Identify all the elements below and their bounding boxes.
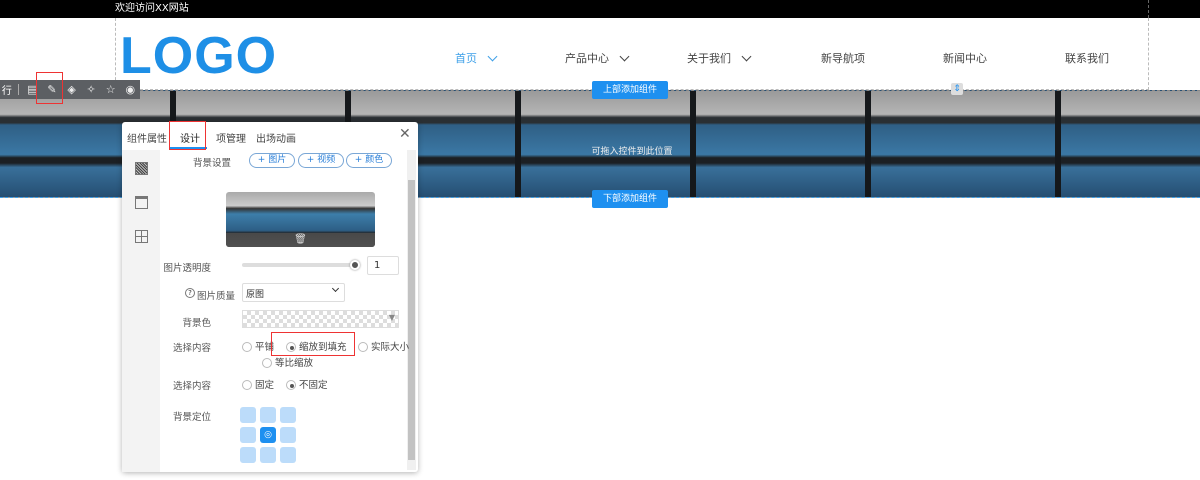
eye-icon[interactable]: ◉ bbox=[120, 83, 140, 96]
nav-label: 新导航项 bbox=[821, 52, 865, 65]
bg-settings-label: 背景设置 bbox=[192, 158, 231, 169]
position-top[interactable] bbox=[260, 407, 276, 423]
component-toolbar: 行 ▤ ✎ ◈ ✧ ☆ ◉ bbox=[0, 80, 140, 99]
star-icon[interactable]: ☆ bbox=[101, 83, 121, 96]
nav-item-home[interactable]: 首页 bbox=[455, 50, 498, 66]
opacity-label: 图片透明度 bbox=[163, 263, 211, 274]
option-label: 固定 bbox=[255, 380, 275, 391]
option-label: 不固定 bbox=[299, 380, 328, 391]
bgcolor-label: 背景色 bbox=[182, 318, 211, 329]
attach-scroll[interactable]: 不固定 bbox=[286, 377, 328, 391]
position-bottom-right[interactable] bbox=[280, 447, 296, 463]
nav-item-about[interactable]: 关于我们 bbox=[687, 50, 752, 66]
nav-label: 新闻中心 bbox=[943, 52, 987, 65]
bgcolor-picker[interactable]: ▼ bbox=[242, 310, 399, 328]
properties-panel: 组件属性 设计 项管理 出场动画 ✕ 背景设置 + 图片 + 视频 + 颜色 🗑… bbox=[122, 122, 418, 472]
nav-item-contact[interactable]: 联系我们 bbox=[1065, 50, 1109, 66]
attach-fixed[interactable]: 固定 bbox=[242, 377, 274, 391]
grid-icon[interactable] bbox=[135, 230, 148, 243]
bg-image-preview: 🗑 bbox=[226, 192, 375, 247]
fit-tile[interactable]: 平铺 bbox=[242, 339, 274, 353]
panel-sidebar bbox=[122, 150, 160, 472]
magic-icon[interactable]: ✧ bbox=[81, 83, 101, 96]
fit-actual[interactable]: 实际大小 bbox=[358, 339, 409, 353]
nav-item-products[interactable]: 产品中心 bbox=[565, 50, 630, 66]
welcome-text: 欢迎访问XX网站 bbox=[115, 3, 189, 14]
fit-label: 选择内容 bbox=[172, 343, 211, 354]
quality-value: 原图 bbox=[246, 290, 265, 300]
add-image-button[interactable]: + 图片 bbox=[249, 153, 295, 168]
nav-item-news[interactable]: 新闻中心 bbox=[943, 50, 987, 66]
attach-label: 选择内容 bbox=[172, 381, 211, 392]
nav-label: 关于我们 bbox=[687, 52, 731, 65]
tab-component-props[interactable]: 组件属性 bbox=[127, 130, 167, 145]
chevron-down-icon bbox=[487, 51, 498, 61]
nav-label: 首页 bbox=[455, 52, 477, 65]
position-center[interactable]: ◎ bbox=[260, 427, 276, 443]
tab-animation[interactable]: 出场动画 bbox=[256, 130, 296, 145]
position-bottom-left[interactable] bbox=[240, 447, 256, 463]
position-top-right[interactable] bbox=[280, 407, 296, 423]
close-icon[interactable]: ✕ bbox=[399, 126, 411, 142]
background-icon[interactable] bbox=[135, 162, 148, 175]
opacity-input[interactable]: 1 bbox=[367, 256, 399, 275]
add-video-button[interactable]: + 视频 bbox=[298, 153, 344, 168]
position-grid: ◎ bbox=[240, 407, 298, 465]
row-label: 行 bbox=[1, 86, 12, 97]
chevron-down-icon bbox=[741, 51, 752, 61]
add-color-button[interactable]: + 颜色 bbox=[346, 153, 392, 168]
logo: LOGO bbox=[120, 27, 278, 85]
option-label: 实际大小 bbox=[371, 342, 410, 353]
opacity-slider[interactable] bbox=[242, 260, 360, 270]
top-bar: 欢迎访问XX网站 bbox=[0, 0, 1200, 18]
highlight-box bbox=[169, 121, 206, 150]
position-bottom[interactable] bbox=[260, 447, 276, 463]
quality-label: 图片质量 bbox=[196, 291, 235, 302]
layout-icon[interactable] bbox=[135, 196, 148, 209]
chevron-down-icon bbox=[619, 51, 630, 61]
layers-icon[interactable]: ◈ bbox=[62, 83, 82, 96]
nav-item-new[interactable]: 新导航项 bbox=[821, 50, 865, 66]
position-label: 背景定位 bbox=[172, 412, 211, 423]
highlight-box bbox=[36, 72, 63, 104]
position-top-left[interactable] bbox=[240, 407, 256, 423]
nav-label: 产品中心 bbox=[565, 52, 609, 65]
tab-items[interactable]: 项管理 bbox=[216, 130, 246, 145]
add-bottom-component-button[interactable]: 下部添加组件 bbox=[592, 190, 668, 208]
chevron-down-icon bbox=[331, 284, 340, 293]
option-label: 等比缩放 bbox=[275, 358, 314, 369]
nav-label: 联系我们 bbox=[1065, 52, 1109, 65]
highlight-box bbox=[271, 332, 355, 356]
fit-contain[interactable]: 等比缩放 bbox=[262, 355, 313, 369]
scrollbar[interactable] bbox=[407, 150, 416, 470]
position-right[interactable] bbox=[280, 427, 296, 443]
move-handle-icon[interactable]: ⇕ bbox=[951, 83, 963, 95]
trash-icon[interactable]: 🗑 bbox=[226, 233, 375, 247]
quality-select[interactable]: 原图 bbox=[242, 283, 345, 302]
position-left[interactable] bbox=[240, 427, 256, 443]
add-top-component-button[interactable]: 上部添加组件 bbox=[592, 81, 668, 99]
